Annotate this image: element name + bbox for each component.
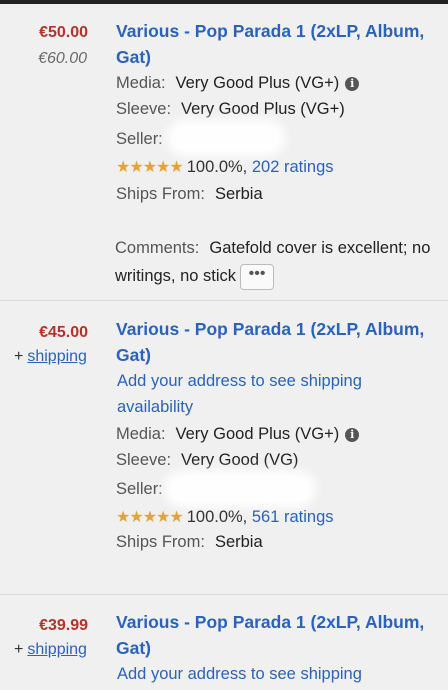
ships-from-value: Serbia	[214, 533, 263, 551]
ratings-link[interactable]: 202 ratings	[252, 158, 334, 176]
listing-details: Various - Pop Parada 1 (2xLP, Album, Gat…	[116, 609, 448, 683]
media-value: Very Good Plus (VG+)	[175, 74, 340, 92]
media-label: Media:	[116, 74, 166, 92]
media-condition-row: Media: Very Good Plus (VG+) i	[116, 421, 360, 447]
info-icon[interactable]: i	[345, 77, 360, 91]
seller-row: Seller:	[116, 126, 163, 152]
shipping-row: + shipping	[14, 641, 87, 659]
rating-percentage: 100.0%,	[186, 158, 248, 176]
ships-from-value: Serbia	[214, 185, 263, 203]
sleeve-value: Very Good Plus (VG+)	[181, 100, 345, 118]
comments-row: Comments: Gatefold cover is excellent; no	[115, 235, 448, 262]
redacted-seller-name	[170, 476, 310, 502]
redacted-seller-name	[172, 125, 280, 151]
ships-from-label: Ships From:	[116, 185, 205, 203]
price: €39.99	[39, 617, 88, 634]
ships-from-label: Ships From:	[116, 533, 205, 551]
price: €45.00	[39, 324, 88, 341]
rating-stars-icon: ★★★★★	[116, 509, 184, 526]
listing-item: €39.99 + shipping Various - Pop Parada 1 …	[0, 595, 448, 690]
info-icon[interactable]: i	[345, 428, 360, 442]
release-title-link[interactable]: Various - Pop Parada 1 (2xLP, Album, Gat…	[116, 316, 436, 368]
sleeve-condition-row: Sleeve: Very Good Plus (VG+)	[116, 96, 345, 122]
media-value: Very Good Plus (VG+)	[175, 425, 340, 443]
ships-from-row: Ships From: Serbia	[116, 181, 263, 207]
rating-stars-icon: ★★★★★	[116, 159, 184, 176]
shipping-prefix: +	[14, 348, 24, 365]
add-address-link[interactable]: Add your address to see shipping	[117, 661, 437, 687]
comments-label: Comments:	[115, 239, 200, 257]
listing-details: Various - Pop Parada 1 (2xLP, Album, Gat…	[115, 18, 448, 290]
media-condition-row: Media: Very Good Plus (VG+) i	[116, 70, 360, 96]
add-address-link[interactable]: Add your address to see shipping availab…	[117, 368, 407, 420]
comments-value-continued: writings, no stick	[115, 267, 237, 285]
sleeve-condition-row: Sleeve: Very Good (VG)	[116, 447, 298, 473]
seller-label: Seller:	[116, 480, 163, 498]
rating-percentage: 100.0%,	[186, 508, 248, 526]
seller-rating-row: ★★★★★ 100.0%, 202 ratings	[116, 154, 334, 180]
sleeve-label: Sleeve:	[116, 451, 172, 469]
comments-continued: writings, no stick •••	[115, 263, 448, 290]
shipping-link[interactable]: shipping	[27, 348, 87, 365]
shipping-row: + shipping	[14, 348, 87, 366]
listing-item: €50.00 €60.00 Various - Pop Parada 1 (2x…	[0, 4, 448, 301]
media-label: Media:	[116, 425, 166, 443]
shipping-prefix: +	[14, 641, 24, 658]
price: €50.00	[39, 24, 88, 41]
ratings-link[interactable]: 561 ratings	[252, 508, 334, 526]
sleeve-value: Very Good (VG)	[181, 451, 299, 469]
listing-details: Various - Pop Parada 1 (2xLP, Album, Gat…	[116, 316, 448, 551]
listing-item: €45.00 + shipping Various - Pop Parada 1 …	[0, 301, 448, 595]
original-price: €60.00	[38, 50, 87, 67]
shipping-link[interactable]: shipping	[27, 641, 87, 658]
comments-value: Gatefold cover is excellent; no	[209, 239, 431, 257]
seller-row: Seller:	[116, 476, 163, 502]
release-title-link[interactable]: Various - Pop Parada 1 (2xLP, Album, Gat…	[116, 609, 436, 661]
release-title-link[interactable]: Various - Pop Parada 1 (2xLP, Album, Gat…	[116, 18, 436, 70]
sleeve-label: Sleeve:	[116, 100, 172, 118]
seller-rating-row: ★★★★★ 100.0%, 561 ratings	[116, 504, 334, 530]
expand-comments-button[interactable]: •••	[240, 263, 275, 290]
seller-label: Seller:	[116, 130, 163, 148]
ships-from-row: Ships From: Serbia	[116, 529, 263, 555]
